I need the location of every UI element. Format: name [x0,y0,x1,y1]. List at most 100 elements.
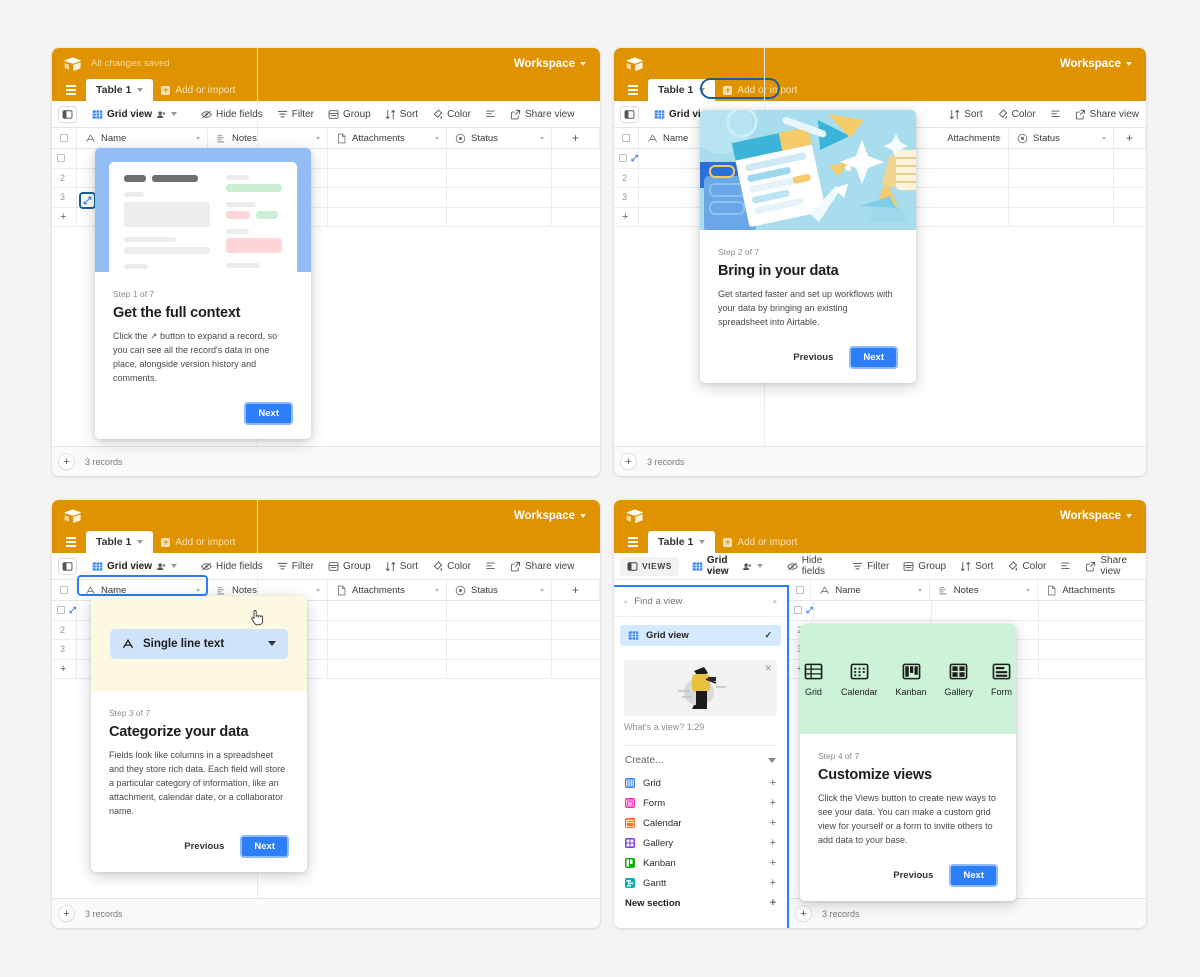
help-video-thumbnail[interactable]: ✕ [624,660,777,716]
add-or-import-button[interactable]: + Add or import [153,531,243,553]
field-header-attachments[interactable]: Attachments [1038,580,1146,600]
hide-fields-button[interactable]: Hide fields [194,101,270,128]
color-button[interactable]: Color [425,553,478,580]
add-record-button[interactable]: + [58,453,75,470]
add-or-import-button[interactable]: + Add or import [153,79,243,101]
color-button[interactable]: Color [990,101,1043,128]
field-header-status[interactable]: Status [1009,128,1114,148]
next-button[interactable]: Next [949,863,998,887]
row-height-button[interactable] [1053,553,1078,580]
select-all-checkbox[interactable] [52,128,77,148]
table-tab-1[interactable]: Table 1 [86,79,154,101]
field-header-name[interactable]: Name [811,580,930,600]
create-view-kanban[interactable]: Kanban + [614,853,787,873]
sidebar-panel-toggle-icon[interactable] [58,557,77,575]
row-handle[interactable] [52,601,77,620]
plus-icon[interactable]: + [770,837,776,849]
new-section-button[interactable]: New section + [614,893,787,913]
sidebar-toggle-icon[interactable] [60,79,82,101]
field-header-status[interactable]: Status [447,128,552,148]
table-tab-1[interactable]: Table 1 [648,79,716,101]
filter-button[interactable]: Filter [845,553,896,580]
plus-icon[interactable]: + [770,877,776,889]
field-header-status[interactable]: Status [447,580,552,600]
select-all-checkbox[interactable] [789,580,812,600]
share-view-button[interactable]: Share view [1068,101,1146,128]
select-all-checkbox[interactable] [52,580,77,600]
grid-view-selector[interactable]: Grid view [685,553,770,580]
add-field-button[interactable]: + [552,128,600,148]
add-field-button[interactable]: + [1114,128,1146,148]
sidebar-toggle-icon[interactable] [60,531,82,553]
group-button[interactable]: Group [321,553,378,580]
sidebar-panel-toggle-icon[interactable] [620,105,639,123]
filter-button[interactable]: Filter [270,101,321,128]
expand-record-button[interactable] [79,192,96,209]
sort-button[interactable]: Sort [953,553,1000,580]
group-button[interactable]: Group [896,553,953,580]
color-button[interactable]: Color [425,101,478,128]
sort-button[interactable]: Sort [378,101,425,128]
create-section-header[interactable]: Create... [614,746,787,773]
create-view-form[interactable]: Form + [614,793,787,813]
search-input[interactable] [634,596,767,607]
plus-icon[interactable]: + [770,857,776,869]
share-view-button[interactable]: Share view [503,553,581,580]
plus-icon[interactable]: + [770,897,776,909]
add-or-import-button[interactable]: + Add or import [715,79,805,101]
previous-button[interactable]: Previous [793,352,833,363]
field-header-name[interactable]: Name [77,128,208,148]
field-header-notes[interactable]: Notes [930,580,1039,600]
add-or-import-button[interactable]: + Add or import [715,531,805,553]
table-tab-1[interactable]: Table 1 [648,531,716,553]
next-button[interactable]: Next [244,401,293,425]
field-header-notes[interactable]: Notes [208,128,328,148]
view-list-item-grid-view[interactable]: Grid view ✓ [620,625,781,646]
row-handle[interactable] [52,149,77,168]
gear-icon[interactable] [773,596,777,607]
hide-fields-button[interactable]: Hide fields [194,553,270,580]
plus-icon[interactable]: + [770,797,776,809]
workspace-selector[interactable]: Workspace [514,510,586,522]
workspace-selector[interactable]: Workspace [514,58,586,70]
help-video-caption[interactable]: What's a view? 1:29 [624,722,777,732]
create-view-calendar[interactable]: Calendar + [614,813,787,833]
table-row[interactable] [789,601,1146,621]
share-view-button[interactable]: Share view [1078,553,1146,580]
previous-button[interactable]: Previous [893,870,933,881]
workspace-selector[interactable]: Workspace [1060,510,1132,522]
field-header-attachments[interactable]: Attachments [328,580,447,600]
row-height-button[interactable] [478,101,503,128]
row-height-button[interactable] [478,553,503,580]
plus-icon[interactable]: + [770,777,776,789]
field-type-select[interactable]: Single line text [110,628,288,659]
hide-fields-button[interactable]: Hide fields [780,553,845,580]
sidebar-panel-toggle-icon[interactable] [58,105,77,123]
close-icon[interactable]: ✕ [764,663,772,674]
sidebar-toggle-icon[interactable] [622,79,644,101]
add-record-button[interactable]: + [795,905,812,922]
group-button[interactable]: Group [321,101,378,128]
next-button[interactable]: Next [849,345,898,369]
share-view-button[interactable]: Share view [503,101,581,128]
grid-view-selector[interactable]: Grid view [85,101,184,128]
row-handle[interactable] [789,601,814,620]
add-field-button[interactable]: + [552,580,600,600]
workspace-selector[interactable]: Workspace [1060,58,1132,70]
plus-icon[interactable]: + [770,817,776,829]
sort-button[interactable]: Sort [378,553,425,580]
color-button[interactable]: Color [1000,553,1053,580]
row-handle[interactable] [614,149,639,168]
add-record-button[interactable]: + [58,905,75,922]
field-header-attachments[interactable]: Attachments [328,128,447,148]
filter-button[interactable]: Filter [270,553,321,580]
add-record-button[interactable]: + [620,453,637,470]
previous-button[interactable]: Previous [184,841,224,852]
sort-button[interactable]: Sort [942,101,989,128]
table-tab-1[interactable]: Table 1 [86,531,154,553]
row-height-button[interactable] [1043,101,1068,128]
select-all-checkbox[interactable] [614,128,639,148]
create-view-grid[interactable]: Grid + [614,773,787,793]
views-button[interactable]: VIEWS [620,556,679,576]
create-view-gallery[interactable]: Gallery + [614,833,787,853]
